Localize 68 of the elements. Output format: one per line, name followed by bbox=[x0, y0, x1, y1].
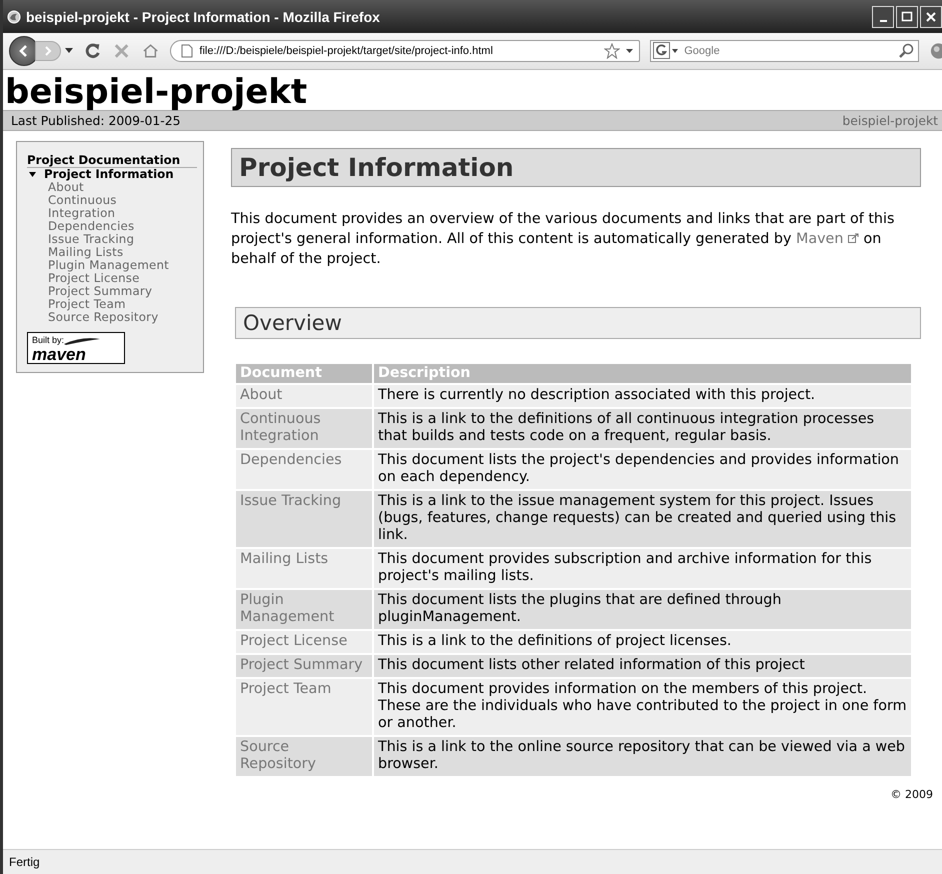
table-cell: This is a link to the online source repository that can be viewed via a web browser. bbox=[374, 737, 911, 776]
search-engine-icon[interactable] bbox=[653, 42, 680, 60]
sidebar-link[interactable]: About bbox=[27, 181, 174, 194]
status-text: Fertig bbox=[9, 855, 40, 869]
address-text: file:///D:/beispiele/beispiel-projekt/target/site/project-info.html bbox=[199, 45, 494, 57]
window-title: beispiel-projekt - Project Information - Mozilla Firefox bbox=[26, 8, 381, 24]
table-cell: This document lists the plugins that are defined through pluginManagement. bbox=[374, 590, 911, 629]
document-link[interactable]: Project Summary bbox=[236, 655, 372, 677]
caret-icon[interactable] bbox=[626, 48, 634, 54]
maven-wordmark: maven bbox=[32, 347, 87, 362]
document-link[interactable]: Issue Tracking bbox=[236, 491, 372, 547]
table-cell: This is a link to the definitions of project licenses. bbox=[374, 631, 911, 653]
minimize-icon bbox=[880, 20, 886, 22]
badge-caption: Built by: bbox=[32, 334, 64, 347]
reload-icon[interactable] bbox=[83, 41, 102, 61]
search-field[interactable]: Google bbox=[650, 40, 919, 62]
column-header: Description bbox=[374, 364, 911, 383]
maven-link[interactable]: Maven bbox=[796, 231, 859, 247]
table-cell: This document lists other related information of this project bbox=[374, 655, 911, 677]
sidebar-link[interactable]: Mailing Lists bbox=[27, 246, 174, 259]
history-dropdown-icon[interactable] bbox=[65, 48, 73, 54]
column-header: Document bbox=[236, 364, 372, 383]
maximize-button[interactable] bbox=[896, 6, 918, 28]
copyright-text: © 2009 bbox=[890, 788, 933, 801]
globe-icon[interactable] bbox=[928, 41, 942, 61]
site-title: beispiel-projekt bbox=[4, 71, 308, 110]
sidebar-link[interactable]: Source Repository bbox=[27, 311, 174, 324]
external-link-icon bbox=[848, 233, 859, 243]
expand-arrow-icon[interactable] bbox=[29, 172, 37, 178]
document-link[interactable]: About bbox=[236, 385, 372, 407]
document-link[interactable]: Source Repository bbox=[236, 737, 372, 776]
document-link[interactable]: Mailing Lists bbox=[236, 549, 372, 588]
table-cell: This document provides information on the members of this project. These are the individuals who have contributed to the project in one form or another. bbox=[374, 679, 911, 735]
document-link[interactable]: Continuous Integration bbox=[236, 409, 372, 448]
sidebar-link[interactable]: Project Team bbox=[27, 298, 174, 311]
sidebar-link[interactable]: Project License bbox=[27, 272, 174, 285]
document-link[interactable]: Project Team bbox=[236, 679, 372, 735]
sidebar-link[interactable]: Project Summary bbox=[27, 285, 174, 298]
page-icon bbox=[181, 44, 194, 58]
breadcrumb-link[interactable]: beispiel-projekt bbox=[842, 113, 938, 128]
sidebar-link[interactable]: Dependencies bbox=[27, 220, 174, 233]
browser-logo-icon bbox=[7, 10, 21, 24]
star-icon[interactable] bbox=[604, 43, 620, 59]
table-cell: This is a link to the issue management system for this project. Issues (bugs, features, change requests) can be created and queried using this link. bbox=[374, 491, 911, 547]
page-heading: Project Information bbox=[231, 148, 921, 187]
address-bar[interactable]: file:///D:/beispiele/beispiel-projekt/target/site/project-info.html bbox=[170, 40, 640, 62]
minimize-button[interactable] bbox=[872, 6, 894, 28]
sidebar-link[interactable]: Continuous Integration bbox=[27, 194, 174, 220]
built-by-maven-badge[interactable]: Built by: maven bbox=[27, 332, 125, 364]
close-icon bbox=[925, 10, 937, 22]
search-icon[interactable] bbox=[898, 43, 914, 59]
maximize-icon bbox=[901, 10, 913, 22]
document-link[interactable]: Project License bbox=[236, 631, 372, 653]
section-heading: Overview bbox=[235, 307, 921, 339]
table-cell: This document provides subscription and archive information for this project's mailing lists. bbox=[374, 549, 911, 588]
sidebar-item[interactable]: Project Information bbox=[44, 168, 174, 181]
document-link[interactable]: Plugin Management bbox=[236, 590, 372, 629]
document-link[interactable]: Dependencies bbox=[236, 450, 372, 489]
last-published-date: Last Published: 2009-01-25 bbox=[11, 113, 181, 128]
table-cell: This document lists the project's dependencies and provides information on each dependency. bbox=[374, 450, 911, 489]
feather-icon bbox=[64, 336, 100, 346]
table-cell: There is currently no description associated with this project. bbox=[374, 385, 911, 407]
sidebar-heading: Project Documentation bbox=[27, 154, 197, 168]
sidebar-link[interactable]: Plugin Management bbox=[27, 259, 174, 272]
close-button[interactable] bbox=[920, 6, 942, 28]
sidebar-link[interactable]: Issue Tracking bbox=[27, 233, 174, 246]
table-cell: This is a link to the definitions of all continuous integration processes that builds and tests code on a frequent, regular basis. bbox=[374, 409, 911, 448]
intro-paragraph: This document provides an overview of the various documents and links that are part of this project's general information. All of this content is automatically generated by Maven on behalf of the project. bbox=[231, 210, 896, 269]
